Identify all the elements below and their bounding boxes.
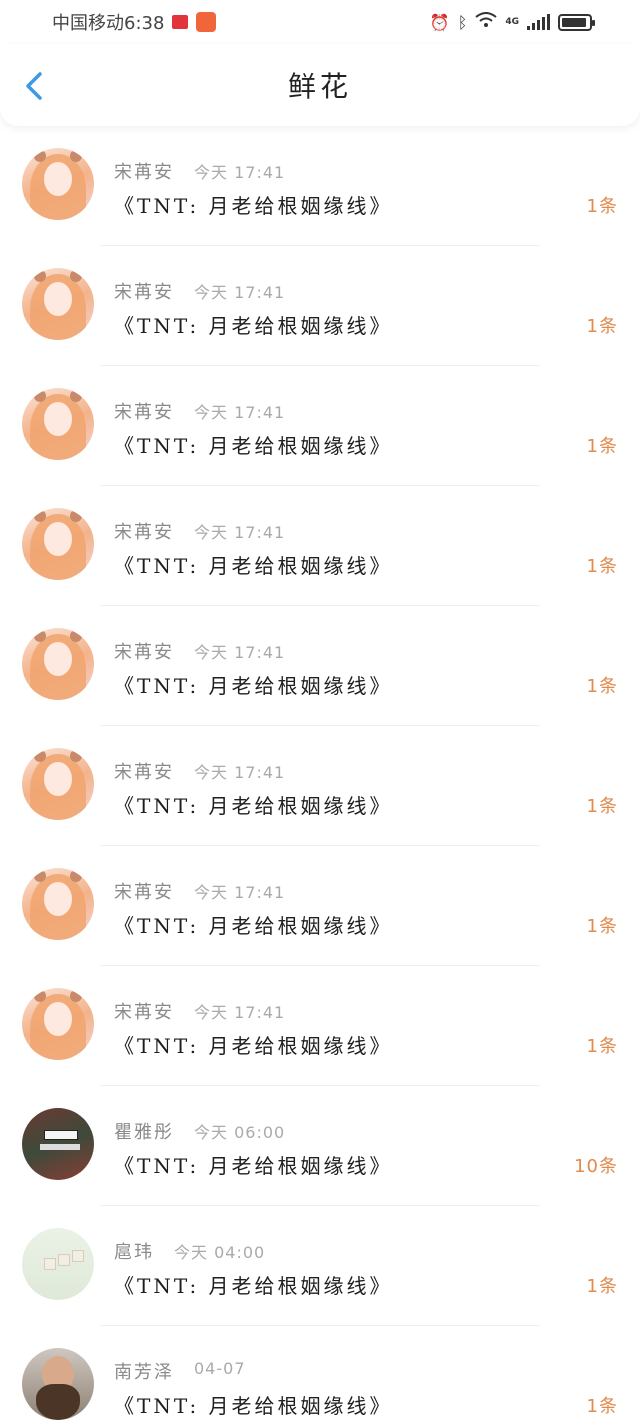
timestamp: 今天 17:41 <box>194 763 286 782</box>
sender-name: 宋苒安 <box>114 642 174 663</box>
network-label: 4G <box>505 17 519 27</box>
status-right: ⏰ ᛒ 4G <box>429 12 595 32</box>
list-item[interactable]: 宋苒安 今天 17:41 《TNT: 月老给根姻缘线》 1条 <box>0 966 640 1086</box>
avatar[interactable] <box>22 148 94 220</box>
list-item[interactable]: 扈玮 今天 04:00 《TNT: 月老给根姻缘线》 1条 <box>0 1206 640 1326</box>
sender-name: 宋苒安 <box>114 402 174 423</box>
count-label: 1条 <box>586 436 618 457</box>
sender-name: 宋苒安 <box>114 882 174 903</box>
count-label: 10条 <box>574 1156 618 1177</box>
timestamp: 今天 04:00 <box>174 1243 266 1262</box>
avatar[interactable] <box>22 1108 94 1180</box>
count-label: 1条 <box>586 556 618 577</box>
timestamp: 今天 06:00 <box>194 1123 286 1142</box>
battery-icon <box>558 13 595 31</box>
sender-name: 扈玮 <box>114 1242 154 1263</box>
message-text: 《TNT: 月老给根姻缘线》 <box>114 314 393 338</box>
timestamp: 今天 17:41 <box>194 163 286 182</box>
message-text: 《TNT: 月老给根姻缘线》 <box>114 1394 393 1418</box>
bluetooth-icon: ᛒ <box>457 12 468 32</box>
carrier-time: 中国移动6:38 <box>52 13 165 34</box>
list-item[interactable]: 宋苒安 今天 17:41 《TNT: 月老给根姻缘线》 1条 <box>0 366 640 486</box>
back-button[interactable] <box>18 68 54 104</box>
message-text: 《TNT: 月老给根姻缘线》 <box>114 1034 393 1058</box>
count-label: 1条 <box>586 1396 618 1417</box>
message-list: 宋苒安 今天 17:41 《TNT: 月老给根姻缘线》 1条 宋苒安 今天 17:41 《T… <box>0 126 640 1422</box>
avatar[interactable] <box>22 388 94 460</box>
message-text: 《TNT: 月老给根姻缘线》 <box>114 434 393 458</box>
sender-name: 宋苒安 <box>114 162 174 183</box>
list-item[interactable]: 宋苒安 今天 17:41 《TNT: 月老给根姻缘线》 1条 <box>0 126 640 246</box>
list-item[interactable]: 宋苒安 今天 17:41 《TNT: 月老给根姻缘线》 1条 <box>0 726 640 846</box>
app-notification-icon <box>196 12 217 32</box>
page-title: 鲜花 <box>287 70 352 103</box>
chevron-left-icon <box>26 72 42 100</box>
status-bar: 中国移动6:38 ⏰ ᛒ 4G <box>0 0 640 44</box>
list-item[interactable]: 宋苒安 今天 17:41 《TNT: 月老给根姻缘线》 1条 <box>0 246 640 366</box>
book-icon <box>172 15 189 29</box>
count-label: 1条 <box>586 916 618 937</box>
count-label: 1条 <box>586 316 618 337</box>
list-item[interactable]: 宋苒安 今天 17:41 《TNT: 月老给根姻缘线》 1条 <box>0 846 640 966</box>
avatar[interactable] <box>22 628 94 700</box>
message-text: 《TNT: 月老给根姻缘线》 <box>114 914 393 938</box>
sender-name: 宋苒安 <box>114 1002 174 1023</box>
message-text: 《TNT: 月老给根姻缘线》 <box>114 794 393 818</box>
avatar[interactable] <box>22 988 94 1060</box>
avatar[interactable] <box>22 508 94 580</box>
message-text: 《TNT: 月老给根姻缘线》 <box>114 1274 393 1298</box>
count-label: 1条 <box>586 1036 618 1057</box>
timestamp: 今天 17:41 <box>194 403 286 422</box>
sender-name: 宋苒安 <box>114 282 174 303</box>
count-label: 1条 <box>586 1276 618 1297</box>
avatar[interactable] <box>22 1348 94 1420</box>
signal-icon <box>527 14 550 30</box>
avatar[interactable] <box>22 268 94 340</box>
nav-bar: 鲜花 <box>0 44 640 126</box>
timestamp: 今天 17:41 <box>194 1003 286 1022</box>
avatar[interactable] <box>22 748 94 820</box>
sender-name: 宋苒安 <box>114 762 174 783</box>
list-item[interactable]: 宋苒安 今天 17:41 《TNT: 月老给根姻缘线》 1条 <box>0 606 640 726</box>
count-label: 1条 <box>586 676 618 697</box>
avatar[interactable] <box>22 868 94 940</box>
timestamp: 今天 17:41 <box>194 643 286 662</box>
message-text: 《TNT: 月老给根姻缘线》 <box>114 554 393 578</box>
avatar[interactable] <box>22 1228 94 1300</box>
sender-name: 南芳泽 <box>114 1362 174 1383</box>
timestamp: 04-07 <box>194 1359 246 1378</box>
timestamp: 今天 17:41 <box>194 883 286 902</box>
list-item[interactable]: 南芳泽 04-07 《TNT: 月老给根姻缘线》 1条 <box>0 1326 640 1422</box>
alarm-icon: ⏰ <box>429 12 450 32</box>
status-left: 中国移动6:38 <box>52 9 217 35</box>
message-text: 《TNT: 月老给根姻缘线》 <box>114 1154 393 1178</box>
sender-name: 宋苒安 <box>114 522 174 543</box>
count-label: 1条 <box>586 796 618 817</box>
sender-name: 瞿雅彤 <box>114 1122 174 1143</box>
message-text: 《TNT: 月老给根姻缘线》 <box>114 674 393 698</box>
list-item[interactable]: 瞿雅彤 今天 06:00 《TNT: 月老给根姻缘线》 10条 <box>0 1086 640 1206</box>
timestamp: 今天 17:41 <box>194 523 286 542</box>
timestamp: 今天 17:41 <box>194 283 286 302</box>
message-text: 《TNT: 月老给根姻缘线》 <box>114 194 393 218</box>
list-item[interactable]: 宋苒安 今天 17:41 《TNT: 月老给根姻缘线》 1条 <box>0 486 640 606</box>
wifi-icon <box>475 12 497 32</box>
count-label: 1条 <box>586 196 618 217</box>
